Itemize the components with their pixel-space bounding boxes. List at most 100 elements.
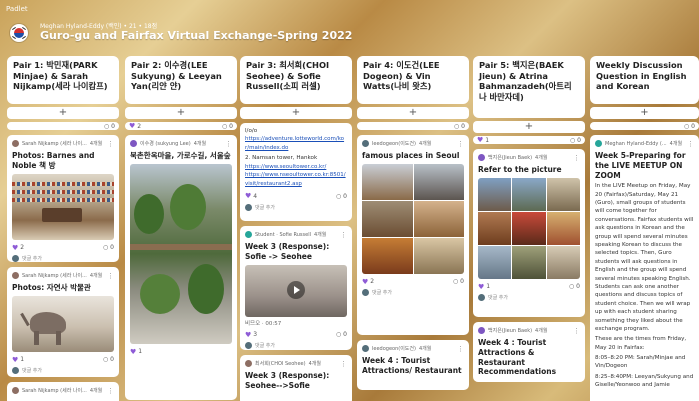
more-options-icon[interactable]: ⋮	[457, 140, 464, 148]
like-count: 1	[485, 136, 490, 144]
avatar	[362, 345, 369, 352]
reaction-bar: ♥ 1 ○ 0	[473, 136, 585, 144]
post-text: 2. Namsan tower, Hankok	[245, 155, 318, 162]
column-header[interactable]: Pair 5: 백지은(BAEK Jieun) & Atrina Bahmanz…	[473, 56, 585, 118]
post-text: In the LIVE Meetup on Friday, May 20 (Fa…	[595, 183, 694, 332]
post-card[interactable]: leedogeon(이도건) 4개월 ⋮ famous places in Seou…	[357, 135, 469, 335]
column-header[interactable]: Weekly Discussion Question in English an…	[590, 56, 699, 104]
post-card[interactable]: Sarah Nijkamp (세라 나이... 4개월 ⋮	[7, 382, 119, 401]
add-comment-link[interactable]: 댓글 추가	[488, 294, 508, 301]
museum-photo[interactable]	[12, 295, 114, 352]
comment-count[interactable]: ○ 0	[103, 244, 114, 251]
add-comment-link[interactable]: 댓글 추가	[372, 289, 392, 296]
like-icon[interactable]: ♥	[12, 244, 18, 252]
more-options-icon[interactable]: ⋮	[225, 140, 232, 148]
comment-count[interactable]: ○ 0	[336, 331, 347, 338]
like-count: 2	[370, 278, 375, 286]
column-pair-5: Pair 5: 백지은(BAEK Jieun) & Atrina Bahmanz…	[473, 56, 585, 401]
more-options-icon[interactable]: ⋮	[107, 272, 114, 280]
like-icon[interactable]: ♥	[478, 283, 484, 291]
post-author: leedogeon(이도건)	[372, 141, 416, 147]
post-time: 4개월	[193, 141, 207, 147]
comment-count[interactable]: ○ 0	[103, 356, 114, 363]
reaction-bar: ○ 0	[7, 122, 119, 130]
add-comment-link[interactable]: 댓글 추가	[255, 204, 275, 211]
video-thumbnail[interactable]	[245, 264, 347, 317]
post-author: 백지은(Jieun Baek)	[488, 328, 533, 334]
add-post-button[interactable]: +	[125, 107, 237, 119]
play-icon[interactable]	[287, 280, 305, 299]
post-card[interactable]: 백지은(Jieun Baek) 4개월 ⋮ Week 4 : Tourist Att…	[473, 322, 585, 382]
comment-count[interactable]: ○ 0	[454, 123, 465, 130]
seoul-streets-photo[interactable]	[130, 163, 232, 344]
post-author: Sarah Nijkamp (세라 나이...	[22, 141, 87, 147]
like-icon[interactable]: ♥	[12, 356, 18, 364]
post-card[interactable]: 최서희(CHOI Seohee) 4개월 ⋮ Week 3 (Response): …	[240, 355, 352, 401]
avatar	[245, 231, 252, 238]
add-post-button[interactable]: +	[473, 121, 585, 133]
add-post-button[interactable]: +	[357, 107, 469, 119]
add-comment-link[interactable]: 댓글 추가	[22, 255, 42, 262]
post-card[interactable]: l/o/o https://adventure.lotteworld.com/k…	[240, 123, 352, 221]
avatar	[12, 387, 19, 394]
comment-count[interactable]: ○ 0	[570, 137, 581, 144]
post-author: Sarah Nijkamp (세라 나이...	[22, 273, 87, 279]
post-author: 이수경 (sukyung Lee)	[140, 141, 191, 147]
video-caption: 비므오 · 00:57	[245, 320, 282, 327]
post-time: 4개월	[308, 361, 321, 367]
like-icon[interactable]: ♥	[245, 192, 251, 200]
column-header[interactable]: Pair 4: 이도건(LEE Dogeon) & Vin Watts(나비 왓…	[357, 56, 469, 104]
like-icon[interactable]: ♥	[477, 136, 483, 144]
post-card[interactable]: Meghan Hyland-Eddy (... 4개월 ⋮ Week 5-Prepa…	[590, 135, 699, 401]
reaction-bar: ○ 0	[357, 122, 469, 130]
seoultower-link[interactable]: https://www.seoultower.co.kr/	[245, 163, 347, 172]
more-options-icon[interactable]: ⋮	[340, 360, 347, 368]
like-icon[interactable]: ♥	[129, 122, 135, 130]
like-icon[interactable]: ♥	[362, 278, 368, 286]
column-pair-3: Pair 3: 최서희(CHOI Seohee) & Sofie Russell…	[240, 56, 352, 401]
lotteworld-link[interactable]: https://adventure.lotteworld.com/kor/mai…	[245, 135, 347, 152]
comment-count[interactable]: ○ 0	[104, 123, 115, 130]
add-post-button[interactable]: +	[240, 107, 352, 119]
post-card[interactable]: Sarah Nijkamp (세라 나이... 4개월 ⋮ Photos: 자연사 …	[7, 267, 119, 377]
column-header[interactable]: Pair 3: 최서희(CHOI Seohee) & Sofie Russell…	[240, 56, 352, 104]
more-options-icon[interactable]: ⋮	[107, 387, 114, 395]
post-text: 8:25–8:40PM: Leeyan/Sukyung and Giselle/…	[595, 373, 694, 389]
post-card[interactable]: 이수경 (sukyung Lee) 4개월 ⋮ 북촌한옥마을, 가로수길, 서울숲 …	[125, 135, 237, 400]
padlet-logo[interactable]: Padlet	[6, 5, 28, 13]
more-options-icon[interactable]: ⋮	[573, 154, 580, 162]
post-author: 백지은(Jieun Baek)	[488, 155, 533, 161]
like-icon[interactable]: ♥	[130, 348, 136, 356]
comment-count[interactable]: ○ 0	[336, 193, 347, 200]
post-time: 4개월	[89, 141, 103, 147]
korea-flag-icon	[10, 24, 28, 42]
post-text: 8:05–8:20 PM: Sarah/Minjae and Vin/Dogeo…	[595, 355, 686, 370]
comment-count[interactable]: ○ 0	[569, 283, 580, 290]
more-options-icon[interactable]: ⋮	[687, 140, 694, 148]
like-icon[interactable]: ♥	[245, 331, 251, 339]
more-options-icon[interactable]: ⋮	[340, 231, 347, 239]
post-card[interactable]: Sarah Nijkamp (세라 나이... 4개월 ⋮ Photos: Barn…	[7, 135, 119, 262]
more-options-icon[interactable]: ⋮	[107, 140, 114, 148]
add-post-button[interactable]: +	[7, 107, 119, 119]
post-card[interactable]: 백지은(Jieun Baek) 4개월 ⋮ Refer to the picture…	[473, 149, 585, 317]
comment-count[interactable]: ○ 0	[453, 278, 464, 285]
add-post-button[interactable]: +	[590, 107, 699, 119]
famous-places-photo-grid[interactable]	[362, 163, 464, 274]
add-comment-link[interactable]: 댓글 추가	[22, 367, 42, 374]
more-options-icon[interactable]: ⋮	[457, 345, 464, 353]
post-author: leedogeon(이도건)	[372, 346, 416, 352]
post-card[interactable]: Student · Sofie Russell 4개월 ⋮ Week 3 (Resp…	[240, 226, 352, 350]
column-header[interactable]: Pair 1: 박민재(PARK Minjae) & Sarah Nijkamp…	[7, 56, 119, 104]
post-card[interactable]: leedogeon(이도건) 4개월 ⋮ Week 4 : Tourist Attr…	[357, 340, 469, 390]
add-comment-link[interactable]: 댓글 추가	[255, 342, 275, 349]
attractions-photo-grid[interactable]	[478, 177, 580, 279]
seoultower-restaurant-link[interactable]: https://www.nseoultower.co.kr:8501/visit…	[245, 171, 347, 188]
like-count: 2	[20, 244, 25, 251]
column-header[interactable]: Pair 2: 이수경(LEE Sukyung) & Leeyan Yan(리얀…	[125, 56, 237, 104]
avatar	[245, 342, 252, 349]
comment-count[interactable]: ○ 0	[222, 123, 233, 130]
comment-count[interactable]: ○ 0	[684, 123, 695, 130]
bookstore-photo[interactable]	[12, 173, 114, 240]
more-options-icon[interactable]: ⋮	[573, 327, 580, 335]
